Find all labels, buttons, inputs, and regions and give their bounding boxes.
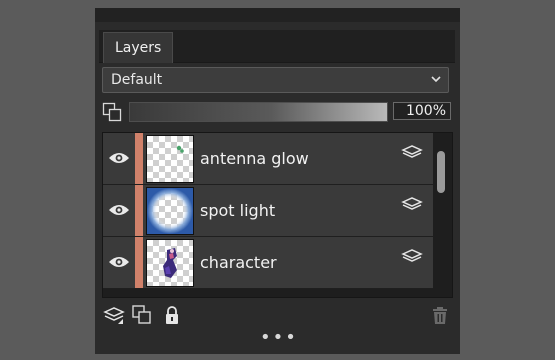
- duplicate-layer-icon[interactable]: [131, 304, 153, 326]
- chevron-down-icon: [431, 76, 441, 83]
- layer-name: character: [200, 253, 277, 272]
- layer-list-scrollbar[interactable]: [436, 137, 446, 293]
- blend-mode-dropdown[interactable]: Default: [102, 67, 449, 93]
- layer-thumbnail: [146, 135, 194, 183]
- opacity-slider[interactable]: [129, 102, 388, 122]
- layer-row[interactable]: antenna glow: [103, 133, 433, 185]
- layer-stack-icon[interactable]: [401, 245, 423, 263]
- blend-mode-icon[interactable]: [102, 102, 122, 122]
- layer-thumbnail: [146, 187, 194, 235]
- layer-color-strip: [135, 185, 143, 236]
- layer-list: antenna glow spot light character: [102, 132, 453, 298]
- layer-thumbnail: [146, 239, 194, 287]
- eye-icon[interactable]: [108, 203, 130, 217]
- layer-row[interactable]: spot light: [103, 185, 433, 237]
- trash-icon[interactable]: [429, 304, 451, 326]
- tab-layers[interactable]: Layers: [103, 32, 174, 63]
- layer-name: spot light: [200, 201, 276, 220]
- lock-icon[interactable]: [161, 304, 183, 326]
- eye-icon[interactable]: [108, 151, 130, 165]
- layer-color-strip: [135, 133, 143, 184]
- layer-stack-icon[interactable]: [401, 141, 423, 159]
- new-layer-icon[interactable]: [103, 304, 125, 326]
- blend-mode-value: Default: [111, 72, 163, 88]
- layer-row[interactable]: character: [103, 237, 433, 289]
- tab-bar: Layers: [99, 30, 455, 63]
- layers-panel: Layers Default 100% antenna glow spot li…: [95, 8, 460, 354]
- opacity-value[interactable]: 100%: [393, 102, 451, 120]
- scroll-thumb[interactable]: [437, 151, 445, 193]
- eye-icon[interactable]: [108, 255, 130, 269]
- layer-color-strip: [135, 237, 143, 288]
- more-options-dots[interactable]: •••: [260, 329, 298, 347]
- layer-stack-icon[interactable]: [401, 193, 423, 211]
- opacity-row: 100%: [102, 100, 452, 124]
- panel-header: [95, 8, 460, 22]
- layer-name: antenna glow: [200, 149, 309, 168]
